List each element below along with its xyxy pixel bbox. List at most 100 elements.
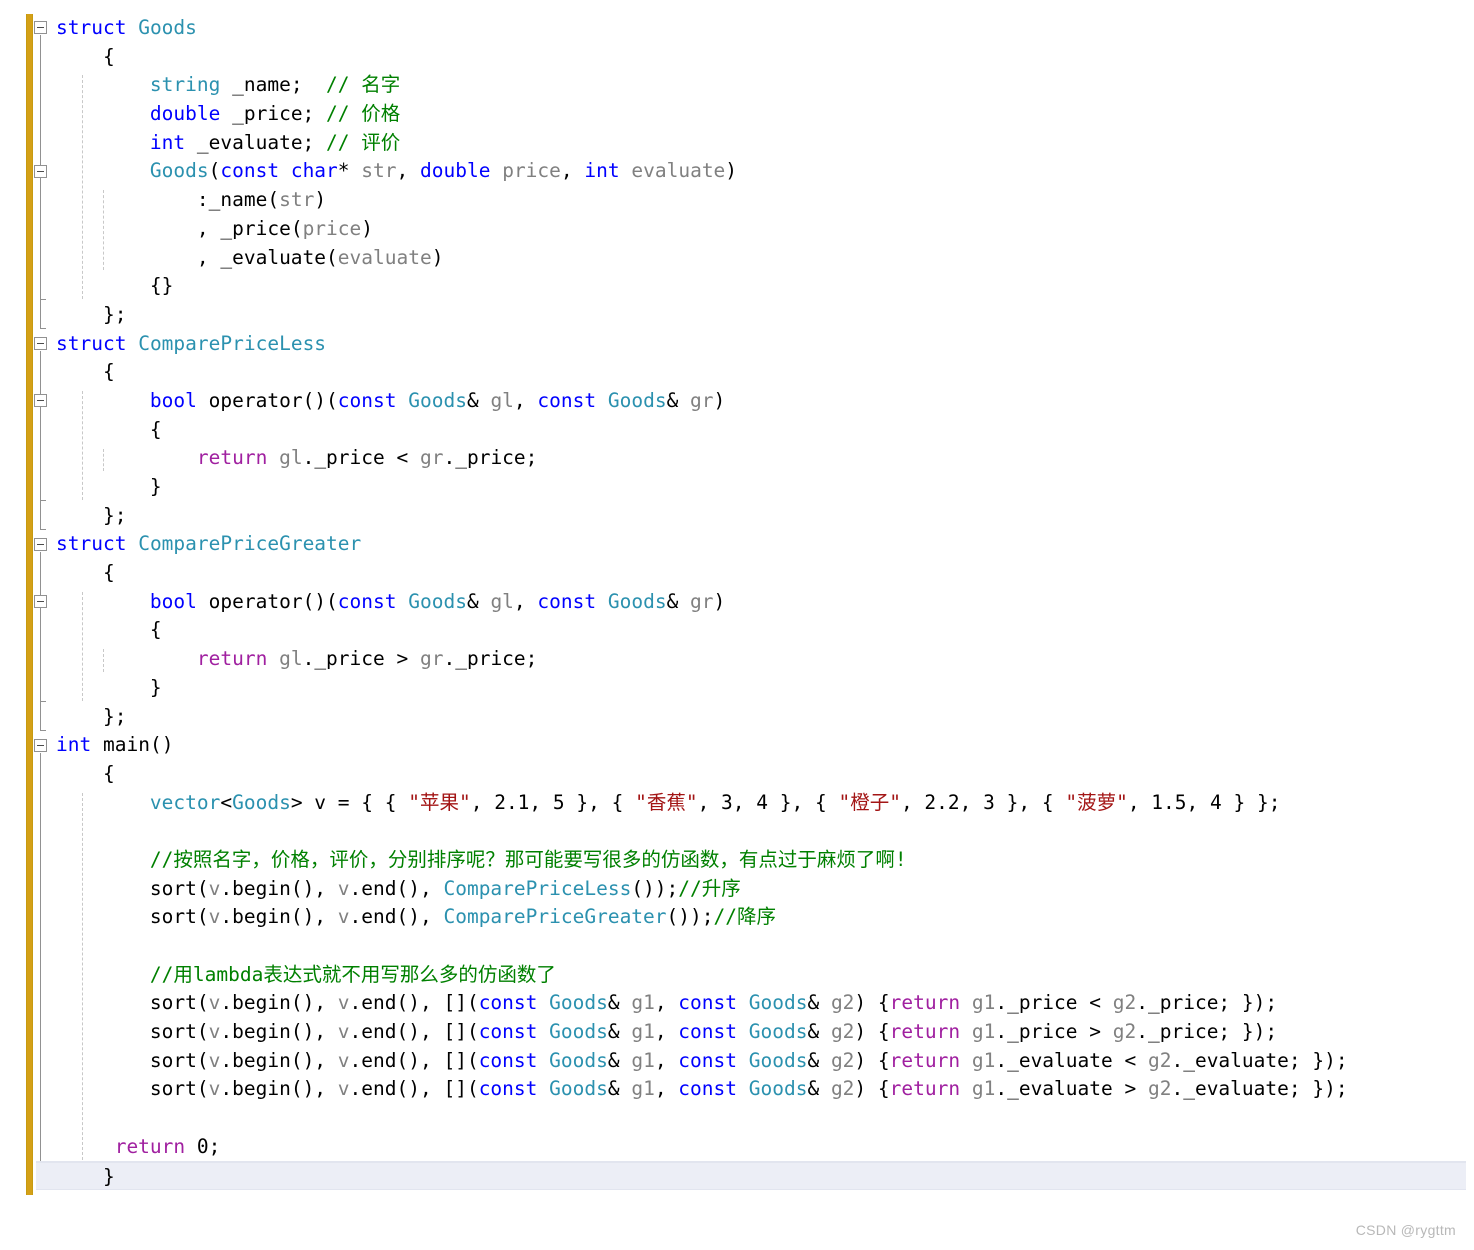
token-ret: return: [889, 1020, 961, 1044]
token-id: v: [208, 876, 221, 900]
token-plain: (: [196, 905, 209, 929]
token-plain: ._price: [995, 1020, 1090, 1044]
token-cmt: //按照名字，价格，评价，分别排序呢？那可能要写很多的仿函数，有点过于麻烦了啊!: [149, 847, 907, 871]
token-plain: (: [208, 159, 221, 183]
code-line[interactable]: sort(v.begin(), v.end(), [](const Goods&…: [0, 1075, 1474, 1104]
code-line[interactable]: sort(v.begin(), v.end(), [](const Goods&…: [0, 989, 1474, 1018]
code-line[interactable]: struct ComparePriceLess: [0, 330, 1474, 359]
code-line[interactable]: return 0;: [0, 1133, 1474, 1162]
code-line[interactable]: sort(v.begin(), v.end(), [](const Goods&…: [0, 1018, 1474, 1047]
token-kw: const: [337, 388, 397, 412]
token-plain: *: [337, 159, 362, 183]
token-brace: {: [149, 417, 162, 441]
token-plain: ,: [654, 1077, 679, 1101]
code-line[interactable]: [0, 1104, 1474, 1133]
token-kw: struct: [56, 16, 127, 39]
code-line[interactable]: //用lambda表达式就不用写那么多的仿函数了: [0, 961, 1474, 990]
code-line[interactable]: {: [0, 559, 1474, 588]
token-plain: sort: [149, 1020, 197, 1044]
code-editor[interactable]: struct Goods { string _name; // 名字 doubl…: [0, 0, 1474, 1250]
code-line[interactable]: bool operator()(const Goods& gl, const G…: [0, 387, 1474, 416]
code-line[interactable]: };: [0, 703, 1474, 732]
token-plain: .end(), [](: [349, 1077, 479, 1101]
code-line[interactable]: {: [0, 358, 1474, 387]
token-cmt: //升序: [678, 876, 741, 900]
code-line[interactable]: sort(v.begin(), v.end(), ComparePriceGre…: [0, 903, 1474, 932]
code-line[interactable]: {: [0, 616, 1474, 645]
token-type: Goods: [408, 388, 467, 412]
token-plain: ,: [654, 1048, 679, 1072]
token-plain: sort: [149, 905, 197, 929]
code-line[interactable]: :_name(str): [0, 186, 1474, 215]
code-line[interactable]: struct Goods: [0, 14, 1474, 43]
token-kw: const: [678, 1020, 737, 1044]
code-line[interactable]: bool operator()(const Goods& gl, const G…: [0, 588, 1474, 617]
csdn-watermark: CSDN @rygttm: [1355, 1222, 1456, 1238]
token-kw: const: [337, 589, 397, 613]
code-line[interactable]: vector<Goods> v = { { "苹果", 2.1, 5 }, { …: [0, 789, 1474, 818]
token-plain: &: [807, 991, 831, 1015]
token-plain: ) {: [854, 1077, 890, 1101]
token-id: g2: [830, 1077, 855, 1101]
code-line[interactable]: double _price; // 价格: [0, 100, 1474, 129]
token-plain: ()(: [302, 589, 338, 613]
code-line[interactable]: }: [0, 674, 1474, 703]
code-line[interactable]: }: [0, 473, 1474, 502]
code-line[interactable]: [0, 932, 1474, 961]
code-line[interactable]: [0, 817, 1474, 846]
code-line[interactable]: }: [36, 1161, 1466, 1191]
token-plain: .end(),: [349, 876, 444, 900]
code-text-surface[interactable]: struct Goods { string _name; // 名字 doubl…: [0, 14, 1474, 1191]
token-cmt: //降序: [713, 905, 776, 929]
code-line[interactable]: {: [0, 416, 1474, 445]
token-plain: operator: [208, 589, 303, 613]
token-id: gr: [420, 446, 444, 470]
token-kw: const: [478, 1020, 538, 1044]
code-line[interactable]: struct ComparePriceGreater: [0, 530, 1474, 559]
code-line[interactable]: int _evaluate; // 评价: [0, 129, 1474, 158]
code-line[interactable]: sort(v.begin(), v.end(), [](const Goods&…: [0, 1047, 1474, 1076]
code-line[interactable]: {: [0, 43, 1474, 72]
code-line[interactable]: {: [0, 760, 1474, 789]
code-line[interactable]: sort(v.begin(), v.end(), ComparePriceLes…: [0, 875, 1474, 904]
token-plain: _name;: [220, 73, 315, 97]
code-line[interactable]: {}: [0, 272, 1474, 301]
code-line[interactable]: };: [0, 502, 1474, 531]
token-plain: .begin(),: [220, 1077, 338, 1101]
token-kw: const: [478, 991, 538, 1015]
code-line[interactable]: int main(): [0, 731, 1474, 760]
token-id: g1: [971, 991, 996, 1015]
indent-guide: [81, 792, 83, 1160]
token-plain: (: [290, 216, 303, 240]
code-line[interactable]: string _name; // 名字: [0, 71, 1474, 100]
token-kw: struct: [56, 532, 127, 556]
code-line[interactable]: return gl._price < gr._price;: [0, 444, 1474, 473]
code-line[interactable]: };: [0, 301, 1474, 330]
token-kw: const: [537, 589, 597, 613]
token-plain: ._price;: [443, 647, 538, 671]
token-plain: ._evaluate; });: [1171, 1077, 1348, 1101]
code-line[interactable]: , _evaluate(evaluate): [0, 244, 1474, 273]
code-line[interactable]: //按照名字，价格，评价，分别排序呢？那可能要写很多的仿函数，有点过于麻烦了啊!: [0, 846, 1474, 875]
code-line[interactable]: , _price(price): [0, 215, 1474, 244]
token-plain: , _evaluate: [196, 245, 327, 269]
token-cmt: //用lambda表达式就不用写那么多的仿函数了: [149, 962, 556, 986]
code-line[interactable]: Goods(const char* str, double price, int…: [0, 157, 1474, 186]
token-ret: return: [196, 647, 268, 671]
token-id: g1: [631, 1077, 655, 1101]
code-line[interactable]: return gl._price > gr._price;: [0, 645, 1474, 674]
